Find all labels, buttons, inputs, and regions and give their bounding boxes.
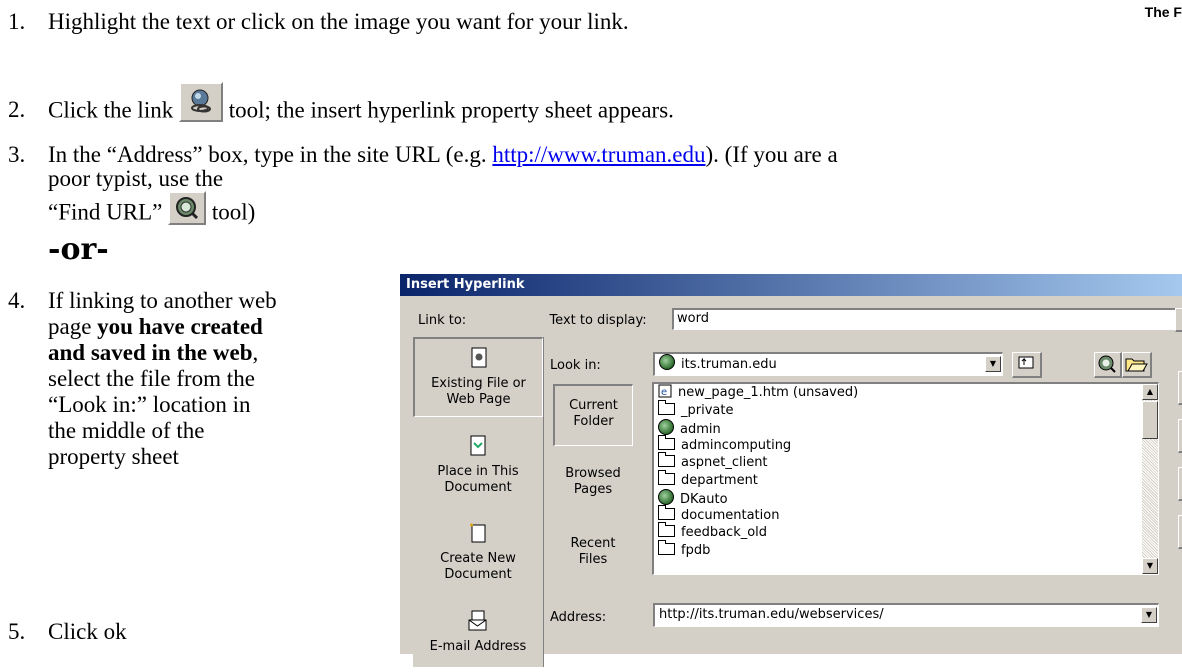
recent-files-button[interactable]: Recent Files (553, 524, 633, 584)
folder-icon (658, 399, 675, 415)
browse-web-button[interactable] (1094, 352, 1122, 378)
file-name: admincomputing (681, 437, 792, 453)
step-2: 2. Click the link tool; the insert hyperl… (8, 82, 674, 132)
screentip-button[interactable] (1175, 308, 1182, 332)
scroll-down-icon[interactable]: ▼ (1142, 558, 1158, 574)
file-list-item[interactable]: feedback_old (654, 522, 1142, 542)
ie-document-icon: e (658, 384, 672, 398)
file-name: feedback_old (681, 525, 768, 540)
file-name: DKauto (680, 492, 728, 507)
folder-icon (658, 539, 675, 555)
link-to-label: Link to: (418, 313, 467, 328)
open-folder-icon (1125, 358, 1148, 372)
web-folder-icon (658, 489, 674, 505)
file-list-item[interactable]: documentation (654, 504, 1142, 525)
folder-icon (658, 434, 675, 450)
step-4-line-5: “Look in:” location in (48, 392, 251, 417)
partial-right-button[interactable] (1178, 371, 1182, 405)
file-list-item[interactable]: aspnet_client (654, 452, 1142, 472)
step-4-line-4: select the file from the (48, 366, 255, 391)
step-4-line-3: and saved in the web, (48, 340, 259, 365)
step-4-line-2: page you have created (48, 314, 263, 339)
chevron-down-icon[interactable]: ▼ (985, 356, 1001, 372)
email-icon (413, 610, 543, 637)
folder-icon (658, 452, 675, 467)
file-name: department (681, 472, 758, 488)
file-list-item[interactable]: admincomputing (654, 434, 1142, 455)
insert-hyperlink-dialog: Insert Hyperlink Link to: TText to displ… (399, 273, 1182, 667)
file-list-item[interactable]: department (654, 469, 1142, 490)
scroll-thumb[interactable] (1142, 401, 1158, 439)
file-name: _private (681, 402, 734, 418)
step-4-line-6: the middle of the (48, 418, 205, 443)
link-tool-icon (178, 82, 223, 122)
file-list-item[interactable]: DKauto (654, 489, 1142, 507)
scroll-up-icon[interactable]: ▲ (1142, 384, 1158, 400)
file-list-scrollbar[interactable]: ▲ ▼ (1142, 384, 1158, 574)
browse-web-icon (1098, 355, 1116, 373)
step-1: 1. Highlight the text or click on the ima… (8, 9, 629, 34)
folder-icon (658, 504, 675, 520)
file-list-item[interactable]: admin (654, 419, 1142, 437)
up-one-folder-icon (1018, 356, 1034, 369)
current-folder-button[interactable]: Current Folder (553, 384, 633, 446)
file-list-item[interactable]: fpdb (654, 539, 1142, 560)
nav-email-address[interactable]: E-mail Address (413, 600, 543, 672)
new-document-icon (413, 522, 543, 549)
web-folder-icon (658, 419, 674, 435)
step-5: 5. Click ok (8, 619, 127, 644)
text-to-display-input[interactable]: word (672, 308, 1176, 330)
folder-icon (658, 522, 675, 537)
file-list-item[interactable]: e new_page_1.htm (unsaved) (654, 384, 1142, 402)
look-in-label: Look in: (550, 358, 601, 373)
chevron-down-icon[interactable]: ▼ (1141, 607, 1157, 623)
dialog-title: Insert Hyperlink (400, 274, 1182, 296)
or-separator: -or- (48, 232, 109, 267)
file-list: e new_page_1.htm (unsaved) _privateadmin ad… (652, 382, 1159, 575)
up-folder-button[interactable] (1012, 352, 1042, 378)
text-to-display-label: TText to display: (549, 313, 647, 328)
folder-icon (658, 469, 675, 485)
file-name: admin (680, 422, 721, 437)
svg-text:e: e (661, 387, 667, 398)
link-to-bar: Existing File or Web Page Place in This Do… (413, 337, 544, 667)
web-page-icon (415, 347, 542, 374)
file-name: fpdb (681, 542, 711, 558)
find-url-icon (168, 191, 207, 225)
browsed-pages-button[interactable]: Browsed Pages (553, 454, 633, 514)
header-corner-text: The F (1144, 4, 1182, 20)
web-folder-icon (659, 354, 675, 370)
document-bookmark-icon (413, 435, 543, 462)
step-3-continued: poor typist, use the (48, 166, 224, 191)
step-4-line-7: property sheet (48, 444, 179, 469)
file-list-item[interactable]: _private (654, 399, 1142, 420)
file-name: documentation (681, 507, 780, 523)
truman-url-link[interactable]: http://www.truman.edu (492, 142, 705, 167)
browse-file-button[interactable] (1122, 352, 1152, 378)
file-name: aspnet_client (681, 455, 768, 470)
partial-right-button[interactable] (1178, 467, 1182, 501)
look-in-select[interactable]: its.truman.edu ▼ (653, 352, 1003, 376)
address-label: Address: (550, 610, 607, 625)
partial-right-button[interactable] (1178, 419, 1182, 453)
file-name: new_page_1.htm (unsaved) (678, 385, 859, 400)
nav-existing-file[interactable]: Existing File or Web Page (413, 337, 543, 417)
partial-right-button[interactable] (1178, 515, 1182, 549)
step-3-find-url: “Find URL” tool) (48, 191, 255, 231)
address-input[interactable]: http://its.truman.edu/webservices/ ▼ (653, 603, 1159, 627)
nav-place-in-document[interactable]: Place in This Document (413, 425, 543, 497)
nav-create-new-document[interactable]: Create New Document (413, 512, 543, 584)
step-4: 4. If linking to another web (8, 288, 277, 313)
